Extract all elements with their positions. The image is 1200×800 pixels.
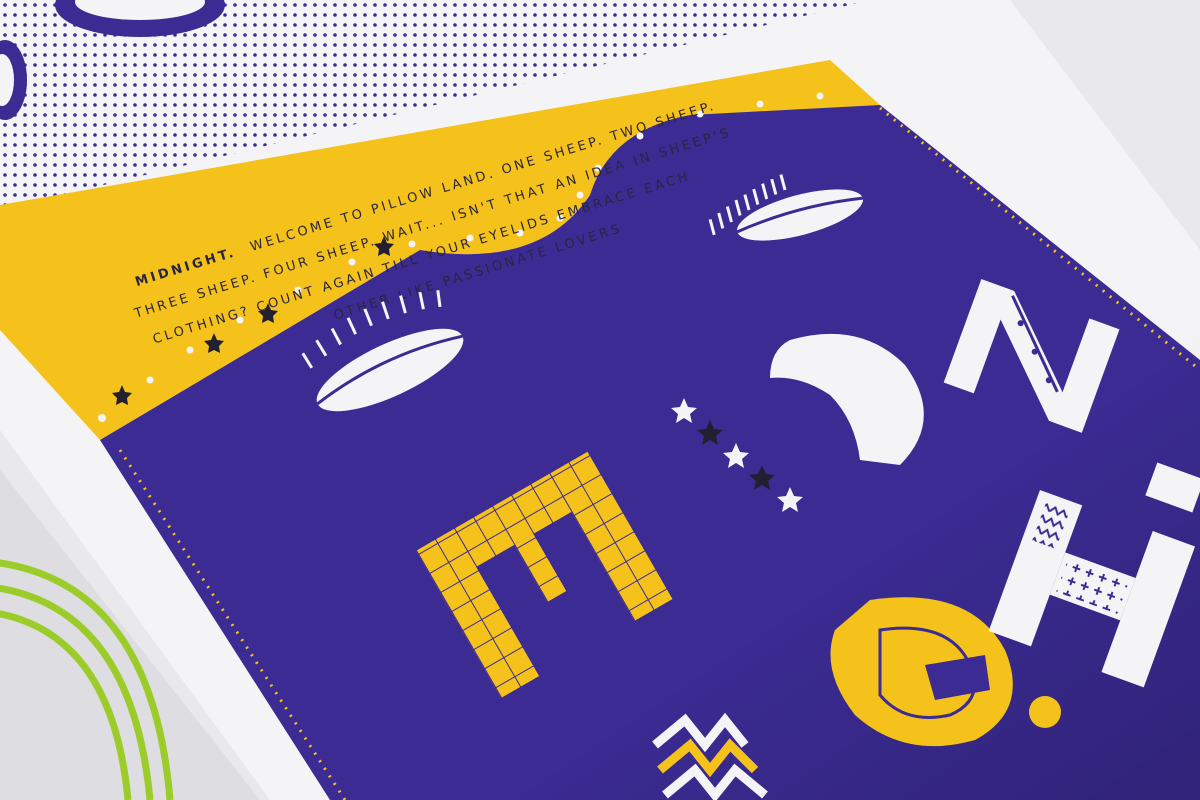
shadow-overlay — [0, 0, 1200, 800]
poster-photo: MIDNIGHT. WELCOME TO PILLOW LAND. ONE SH… — [0, 0, 1200, 800]
